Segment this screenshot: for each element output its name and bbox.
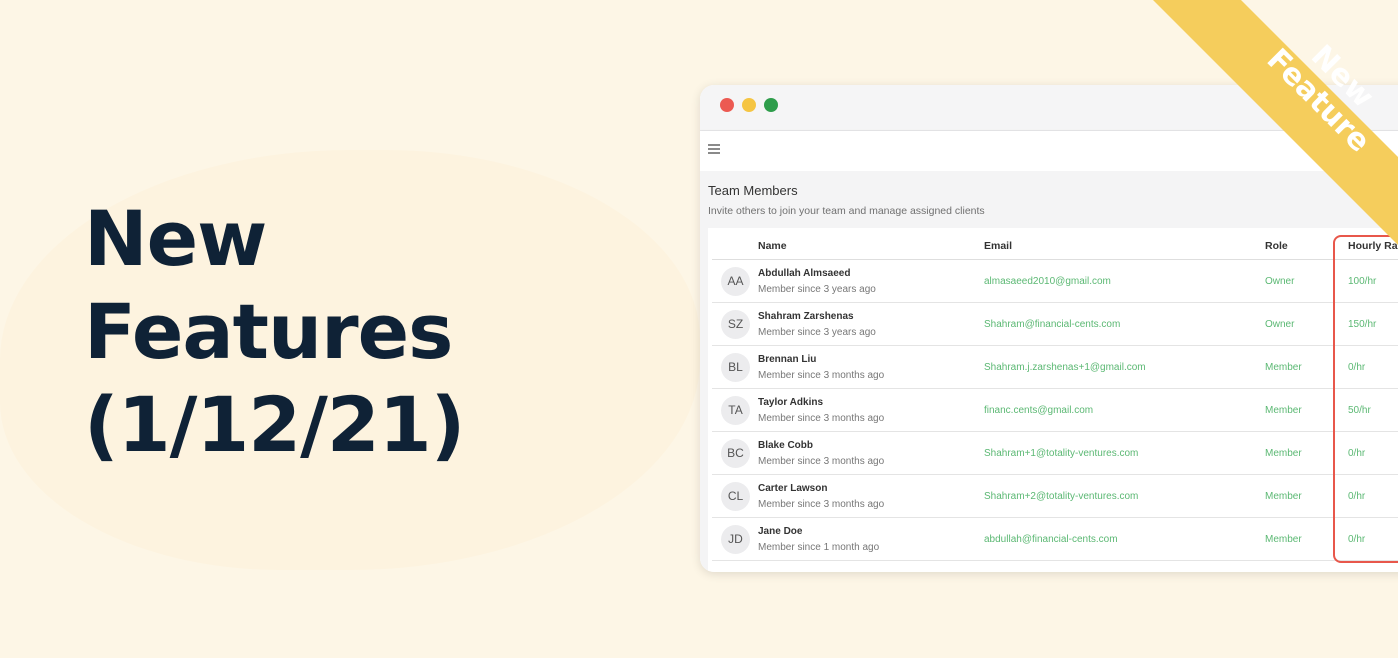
column-header-role[interactable]: Role	[1265, 240, 1288, 252]
member-since: Member since 3 years ago	[758, 284, 876, 295]
member-name[interactable]: Blake Cobb	[758, 440, 813, 451]
hamburger-icon[interactable]	[708, 144, 720, 154]
avatar: CL	[721, 482, 750, 511]
member-email[interactable]: financ.cents@gmail.com	[984, 405, 1093, 416]
close-window-button[interactable]	[720, 98, 734, 112]
headline-line-3: (1/12/21)	[84, 380, 465, 469]
member-email[interactable]: abdullah@financial-cents.com	[984, 534, 1118, 545]
member-email[interactable]: Shahram@financial-cents.com	[984, 319, 1120, 330]
table-row[interactable]: CL Carter Lawson Member since 3 months ago…	[712, 475, 1398, 518]
column-header-name[interactable]: Name	[758, 240, 787, 252]
member-role[interactable]: Owner	[1265, 276, 1294, 287]
avatar: BC	[721, 439, 750, 468]
member-name[interactable]: Shahram Zarshenas	[758, 311, 854, 322]
avatar: TA	[721, 396, 750, 425]
headline: New Features (1/12/21)	[84, 192, 465, 471]
headline-line-1: New	[84, 194, 267, 283]
member-name[interactable]: Abdullah Almsaeed	[758, 268, 850, 279]
minimize-window-button[interactable]	[742, 98, 756, 112]
member-name[interactable]: Taylor Adkins	[758, 397, 823, 408]
member-role[interactable]: Member	[1265, 362, 1302, 373]
member-email[interactable]: Shahram+1@totality-ventures.com	[984, 448, 1138, 459]
column-header-email[interactable]: Email	[984, 240, 1012, 252]
table-row[interactable]: JD Jane Doe Member since 1 month ago abdull…	[712, 518, 1398, 561]
team-members-table: Name Email Role Hourly Rate AAAbdullah A…	[708, 228, 1398, 572]
table-row[interactable]: BC Blake Cobb Member since 3 months ago Sha…	[712, 432, 1398, 475]
table-row[interactable]: BL Brennan Liu Member since 3 months ago Sh…	[712, 346, 1398, 389]
member-role[interactable]: Member	[1265, 491, 1302, 502]
avatar: AA	[721, 267, 750, 296]
avatar: BL	[721, 353, 750, 382]
table-row[interactable]: AA Abdullah Almsaeed Member since 3 years …	[712, 260, 1398, 303]
table-row[interactable]: SZ Shahram Zarshenas Member since 3 years …	[712, 303, 1398, 346]
avatar: SZ	[721, 310, 750, 339]
headline-line-2: Features	[84, 287, 453, 376]
hourly-rate-highlight	[1333, 235, 1398, 563]
avatar: JD	[721, 525, 750, 554]
member-role[interactable]: Member	[1265, 448, 1302, 459]
member-role[interactable]: Owner	[1265, 319, 1294, 330]
member-role[interactable]: Member	[1265, 534, 1302, 545]
member-since: Member since 3 months ago	[758, 370, 885, 381]
member-since: Member since 3 months ago	[758, 413, 885, 424]
main-content: Team Members Invite others to join your …	[700, 171, 1398, 572]
page-title: Team Members	[708, 183, 798, 198]
member-email[interactable]: Shahram+2@totality-ventures.com	[984, 491, 1138, 502]
page-subtitle: Invite others to join your team and mana…	[708, 205, 985, 217]
app-window: Team Members Invite others to join your …	[700, 85, 1398, 572]
member-name[interactable]: Brennan Liu	[758, 354, 816, 365]
member-since: Member since 3 months ago	[758, 499, 885, 510]
member-since: Member since 1 month ago	[758, 542, 880, 553]
member-email[interactable]: Shahram.j.zarshenas+1@gmail.com	[984, 362, 1146, 373]
maximize-window-button[interactable]	[764, 98, 778, 112]
member-since: Member since 3 years ago	[758, 327, 876, 338]
member-name[interactable]: Carter Lawson	[758, 483, 827, 494]
member-name[interactable]: Jane Doe	[758, 526, 802, 537]
member-since: Member since 3 months ago	[758, 456, 885, 467]
table-row[interactable]: TA Taylor Adkins Member since 3 months ago…	[712, 389, 1398, 432]
member-role[interactable]: Member	[1265, 405, 1302, 416]
member-email[interactable]: almasaeed2010@gmail.com	[984, 276, 1111, 287]
